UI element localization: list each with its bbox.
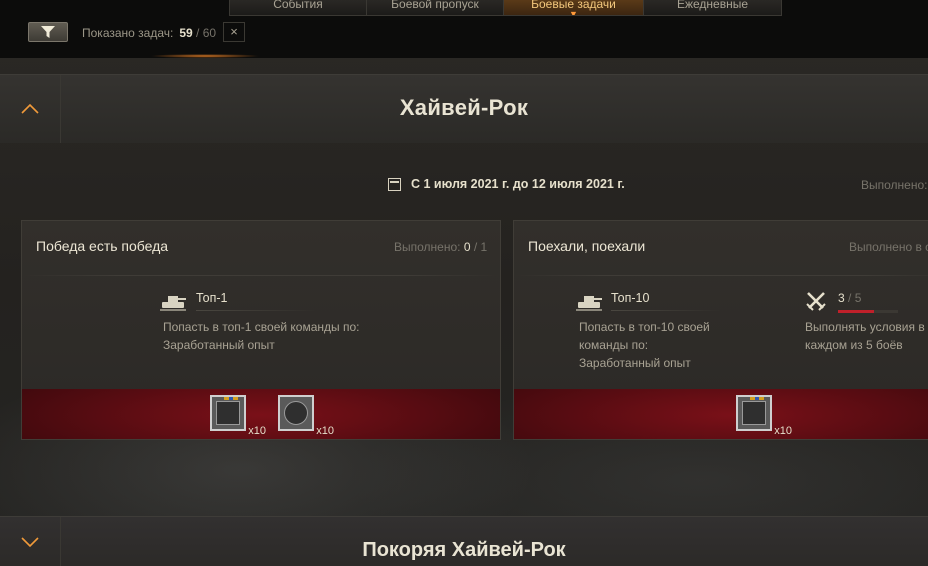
equipment-icon[interactable]: x10 xyxy=(210,395,266,437)
section-done-status: Выполнено: 3 xyxy=(861,178,928,192)
shown-separator: / xyxy=(196,26,200,40)
divider xyxy=(514,275,928,276)
done-label: Выполнено: xyxy=(394,240,461,254)
reward-image xyxy=(284,401,308,425)
crossed-swords-icon xyxy=(805,290,827,317)
calendar-icon xyxy=(388,177,401,191)
section-title: Покоряя Хайвей-Рок xyxy=(362,539,566,561)
equipment-icon[interactable]: x10 xyxy=(736,395,792,437)
done-total: 1 xyxy=(480,240,488,254)
filter-icon xyxy=(41,26,55,38)
progress-fill xyxy=(838,310,874,313)
progress-value: 3 xyxy=(838,291,845,305)
reward-strip: x10 x10 xyxy=(22,389,500,439)
chevron-down-icon: ▼ xyxy=(569,9,578,16)
tab-events[interactable]: События xyxy=(230,0,367,15)
reward-strip: x10 xyxy=(514,389,928,439)
progress-total: 5 xyxy=(854,291,862,305)
done-value: 0 xyxy=(463,240,471,254)
condition-description: Попасть в топ-10 своей команды по: Зараб… xyxy=(579,318,710,372)
top-bar: События Боевой пропуск Боевые задачи ▼ Еж… xyxy=(0,0,928,58)
reward-image xyxy=(742,401,766,425)
divider xyxy=(611,310,721,311)
tab-daily[interactable]: Ежедневные xyxy=(644,0,781,15)
condition-line: Выполнять условия в xyxy=(805,320,925,334)
mission-done-status: Выполнено в с xyxy=(849,240,928,254)
condition-line: Заработанный опыт xyxy=(579,356,691,370)
reward-count: x10 xyxy=(248,425,266,437)
section-header[interactable]: Покоряя Хайвей-Рок xyxy=(0,516,928,566)
mission-card[interactable]: Победа есть победа Выполнено: 0 / 1 Топ-… xyxy=(21,220,501,440)
progress-bar xyxy=(838,310,898,313)
shown-label: Показано задач: xyxy=(82,26,174,40)
condition-name: Топ-1 xyxy=(196,291,228,305)
mission-title: Поехали, поехали xyxy=(528,238,646,254)
progress-separator: / xyxy=(848,291,852,305)
shown-count: 59 xyxy=(179,26,193,40)
reward-image xyxy=(216,401,240,425)
tank-icon xyxy=(160,289,186,316)
condition-line: каждом из 5 боёв xyxy=(805,338,903,352)
tab-combat-missions[interactable]: Боевые задачи ▼ xyxy=(504,0,644,15)
consumable-icon[interactable]: x10 xyxy=(278,395,334,437)
condition-description: Попасть в топ-1 своей команды по: Зарабо… xyxy=(163,318,360,354)
close-icon: × xyxy=(230,24,238,39)
condition-line: Попасть в топ-1 своей команды по: xyxy=(163,320,360,334)
tab-battle-pass[interactable]: Боевой пропуск xyxy=(367,0,504,15)
section-header[interactable]: Хайвей-Рок xyxy=(0,74,928,143)
total-count: 60 xyxy=(202,26,217,40)
done-separator: / xyxy=(473,240,478,254)
reward-count: x10 xyxy=(316,425,334,437)
date-range: С 1 июля 2021 г. до 12 июля 2021 г. xyxy=(388,177,625,191)
reward-stripes xyxy=(224,397,239,400)
date-range-text: С 1 июля 2021 г. до 12 июля 2021 г. xyxy=(411,177,625,191)
battle-progress: 3 / 5 xyxy=(838,291,861,305)
mission-title: Победа есть победа xyxy=(36,238,169,254)
reward-count: x10 xyxy=(774,425,792,437)
shown-counter: Показано задач: 59 / 60 xyxy=(82,26,216,40)
condition-line: Заработанный опыт xyxy=(163,338,275,352)
divider xyxy=(196,310,316,311)
tab-bar: События Боевой пропуск Боевые задачи ▼ Еж… xyxy=(229,0,782,16)
condition-description: Выполнять условия в каждом из 5 боёв xyxy=(805,318,925,354)
active-glow xyxy=(150,54,260,58)
section-title: Хайвей-Рок xyxy=(399,95,529,120)
reward-stripes xyxy=(750,397,765,400)
clear-filter-button[interactable]: × xyxy=(223,22,245,42)
filter-button[interactable] xyxy=(28,22,68,42)
mission-card[interactable]: Поехали, поехали Выполнено в с Топ-10 По… xyxy=(513,220,928,440)
divider xyxy=(22,275,500,276)
condition-name: Топ-10 xyxy=(611,291,650,305)
condition-line: команды по: xyxy=(579,338,649,352)
condition-line: Попасть в топ-10 своей xyxy=(579,320,710,334)
tank-icon xyxy=(576,289,602,316)
mission-done-status: Выполнено: 0 / 1 xyxy=(394,240,487,254)
